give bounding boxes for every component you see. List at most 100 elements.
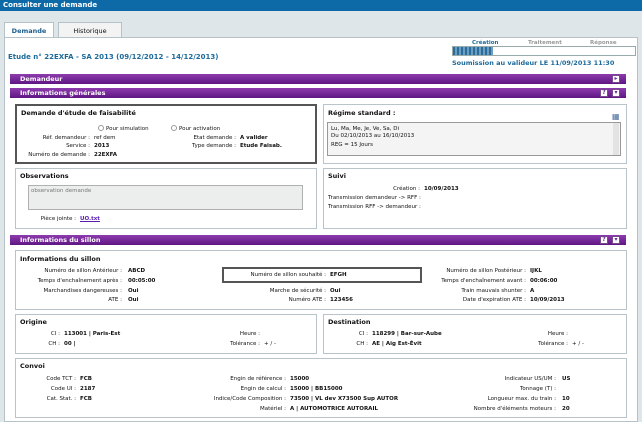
window-title: Consulter une demande — [0, 0, 642, 11]
sillon-title: Informations du sillon — [20, 255, 101, 263]
ate-label: ATE : — [108, 297, 122, 303]
creation-label: Création : — [393, 186, 420, 192]
collapse-icon[interactable]: ▾ — [612, 236, 620, 244]
origine-ci-value: 113001 | Paris-Est — [64, 331, 121, 337]
origine-heure-label: Heure : — [239, 331, 260, 337]
tapres-value: 00:05:00 — [128, 278, 156, 284]
exp-label: Date d'expiration ATE : — [462, 297, 526, 303]
service-label: Service : — [66, 143, 90, 149]
section-title: Informations du sillon — [20, 236, 101, 244]
destination-title: Destination — [328, 318, 371, 326]
progress-fill — [453, 47, 494, 55]
souh-value: EFGH — [330, 272, 347, 278]
regime-scrollbar[interactable] — [613, 123, 619, 155]
radio-simulation-label: Pour simulation — [106, 126, 149, 132]
ant-label: Numéro de sillon Antérieur : — [44, 268, 122, 274]
convoi-title: Convoi — [20, 362, 45, 370]
destination-ch-value: AE | Aig Est-Évit — [372, 341, 422, 347]
post-label: Numéro de sillon Postérieur : — [446, 268, 526, 274]
origine-tol-label: Tolérance : — [230, 341, 260, 347]
creation-value: 10/09/2013 — [424, 186, 459, 192]
tapres-label: Temps d'enchaînement après : — [37, 278, 122, 284]
destination-tol-label: Tolérance : — [538, 341, 568, 347]
ui-label: Code UI : — [50, 386, 76, 392]
section-demandeur[interactable]: Demandeur ▸ — [10, 74, 626, 84]
suivi-title: Suivi — [328, 172, 347, 180]
nate-label: Numéro ATE : — [288, 297, 326, 303]
observation-input[interactable] — [28, 185, 303, 210]
ton-label: Tonnage (T) : — [519, 386, 556, 392]
origine-tol-value: + / - — [264, 341, 276, 347]
etat-value: A valider — [240, 135, 268, 141]
ate-value: Oui — [128, 297, 139, 303]
help-icon[interactable]: ? — [600, 236, 608, 244]
train-value: A — [530, 288, 535, 294]
nb-value: 20 — [562, 406, 570, 412]
mat-label: Matériel : — [260, 406, 286, 412]
engin-calc-value: 15000 | BB15000 — [290, 386, 343, 392]
origine-ch-value: 00 | — [64, 341, 76, 347]
rff-label: Transmission demandeur -> RFF : — [328, 195, 421, 201]
attachment-link[interactable]: UO.txt — [80, 216, 100, 222]
train-label: Train mauvais shunter : — [461, 288, 526, 294]
march-value: Oui — [128, 288, 139, 294]
origine-box — [15, 314, 317, 354]
num-label: Numéro de demande : — [28, 152, 90, 158]
ind-value: US — [562, 376, 571, 382]
tct-label: Code TCT : — [46, 376, 76, 382]
comp-value: 73500 | VL dev X73500 Sup AUTOR — [290, 396, 399, 402]
souh-label: Numéro de sillon souhaité : — [250, 272, 326, 278]
engin-ref-value: 15000 — [290, 376, 310, 382]
section-title: Demandeur — [20, 75, 63, 83]
comp-label: Indice/Code Composition : — [213, 396, 286, 402]
cat-label: Cat. Stat. : — [46, 396, 76, 402]
tab-demande[interactable]: Demande — [4, 22, 54, 37]
type-value: Etude Faisab. — [240, 143, 282, 149]
dem-label: Transmission RFF -> demandeur : — [328, 204, 421, 210]
tab-historique[interactable]: Historique — [58, 22, 122, 37]
long-value: 10 — [562, 396, 570, 402]
help-icon[interactable]: ? — [600, 89, 608, 97]
calendar-icon[interactable]: ▦ — [612, 112, 620, 121]
section-infos-sillon[interactable]: Informations du sillon ? ▾ — [10, 235, 626, 245]
exp-value: 10/09/2013 — [530, 297, 565, 303]
long-label: Longueur max. du train : — [487, 396, 556, 402]
observations-title: Observations — [20, 172, 69, 180]
ref-label: Réf. demandeur : — [42, 135, 90, 141]
engin-ref-label: Engin de référence : — [230, 376, 286, 382]
regime-title: Régime standard : — [328, 109, 396, 117]
destination-ci-value: 118299 | Bar-sur-Aube — [372, 331, 442, 337]
radio-activation-label: Pour activation — [179, 126, 221, 132]
post-value: IJKL — [530, 268, 542, 274]
ui-value: 2187 — [80, 386, 96, 392]
radio-simulation[interactable] — [98, 125, 104, 131]
secu-label: Marche de sécurité : — [269, 288, 326, 294]
regime-dates: Du 02/10/2013 au 16/10/2013 — [331, 133, 415, 139]
regime-days: Lu, Ma, Me, Je, Ve, Sa, Di — [331, 126, 400, 132]
destination-heure-label: Heure : — [547, 331, 568, 337]
workflow-progress — [452, 46, 636, 56]
etat-label: Etat demande : — [193, 135, 236, 141]
status-text: Soumission au valideur LE 11/09/2013 11:… — [452, 59, 615, 67]
section-infos-generales[interactable]: Informations générales ? ▾ — [10, 88, 626, 98]
cat-value: FCB — [80, 396, 92, 402]
march-label: Marchandises dangereuses : — [43, 288, 122, 294]
nate-value: 123456 — [330, 297, 353, 303]
collapse-icon[interactable]: ▸ — [612, 75, 620, 83]
collapse-icon[interactable]: ▾ — [612, 89, 620, 97]
ant-value: ABCD — [128, 268, 146, 274]
radio-activation[interactable] — [171, 125, 177, 131]
num-value: 22EXFA — [94, 152, 118, 158]
piece-label: Pièce jointe : — [40, 216, 76, 222]
nb-label: Nombre d'éléments moteurs : — [473, 406, 556, 412]
origine-title: Origine — [20, 318, 47, 326]
engin-calc-label: Engin de calcul : — [240, 386, 286, 392]
mat-value: A | AUTOMOTRICE AUTORAIL — [290, 406, 378, 412]
destination-tol-value: + / - — [572, 341, 584, 347]
tct-value: FCB — [80, 376, 92, 382]
ref-value: ref dem — [94, 135, 116, 141]
ind-label: Indicateur US/UM : — [504, 376, 556, 382]
regime-text: Lu, Ma, Me, Je, Ve, Sa, Di Du 02/10/2013… — [327, 122, 621, 156]
tavant-value: 00:06:00 — [530, 278, 558, 284]
section-title: Informations générales — [20, 89, 106, 97]
